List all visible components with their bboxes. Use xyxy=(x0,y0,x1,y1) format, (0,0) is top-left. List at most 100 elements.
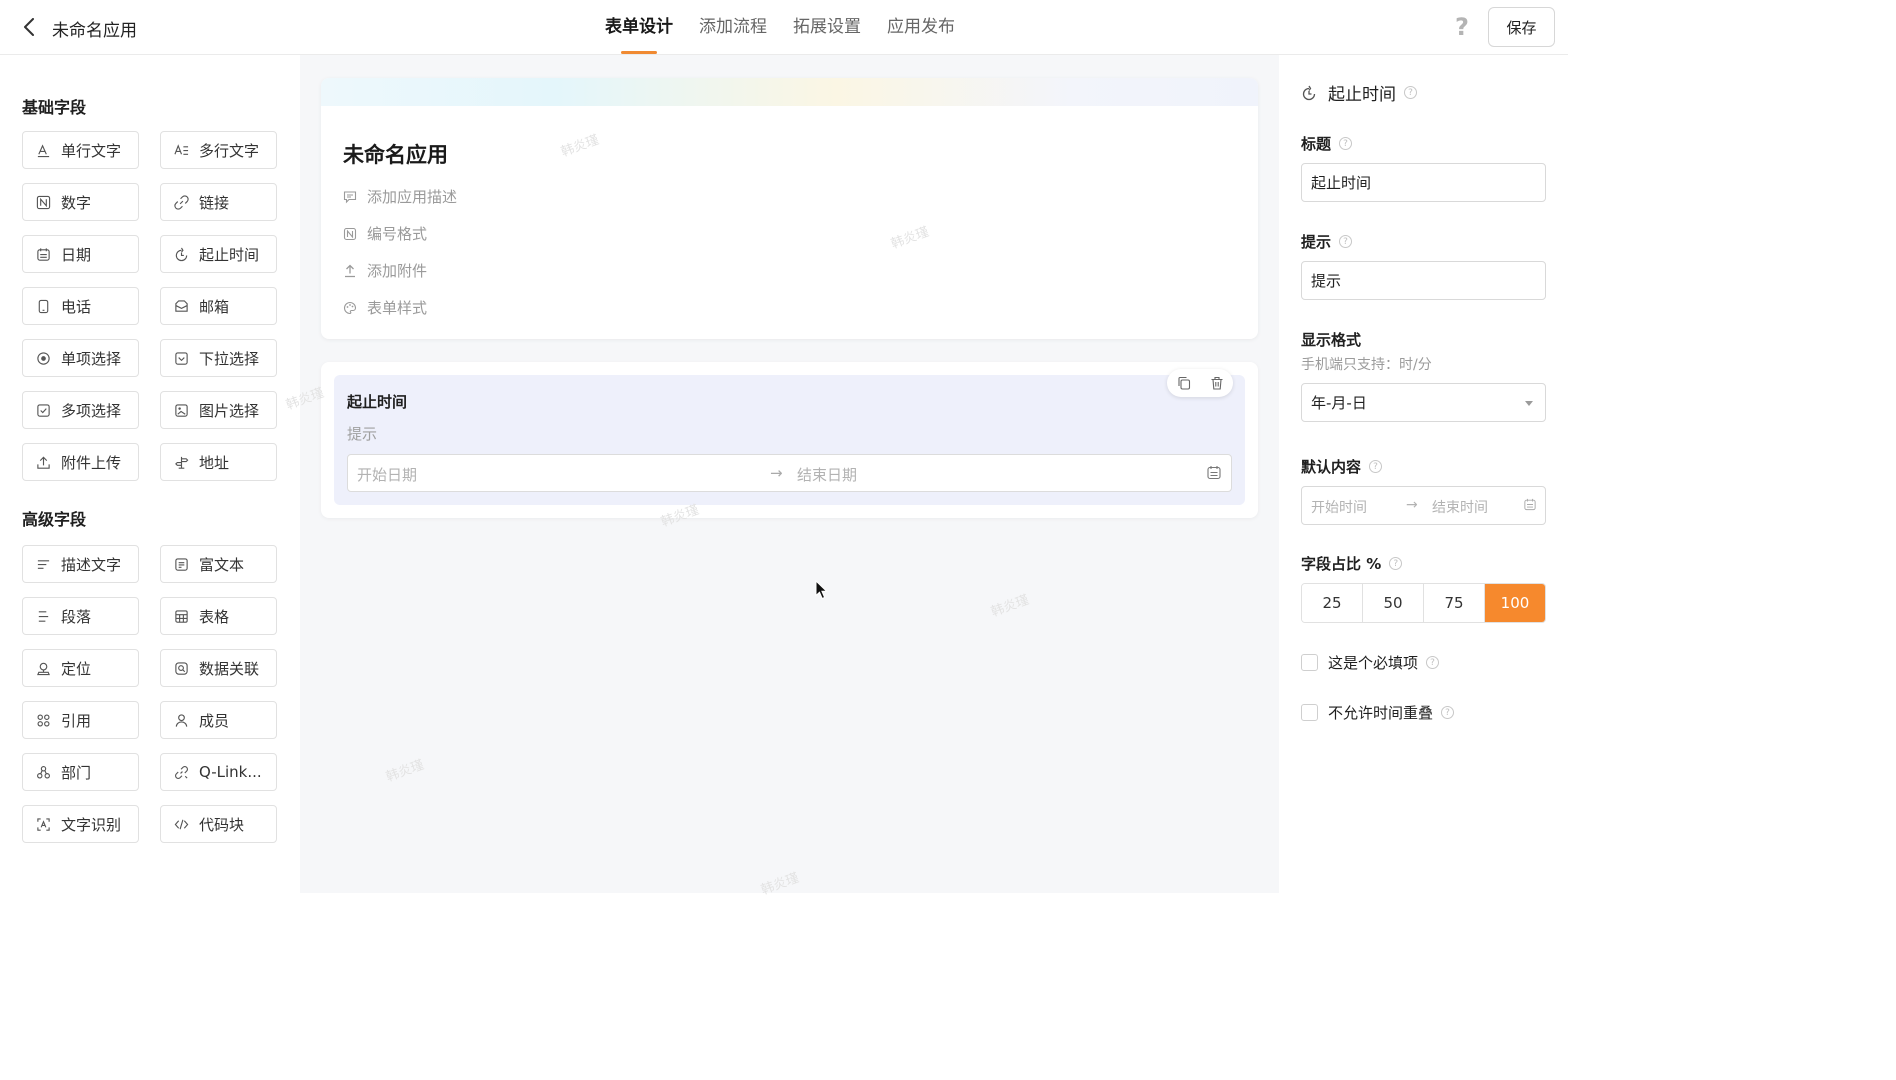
checkbox[interactable] xyxy=(1301,654,1318,671)
number-format-link[interactable]: 编号格式 xyxy=(343,223,427,244)
ratio-option-25[interactable]: 25 xyxy=(1302,584,1363,622)
calendar-icon xyxy=(1524,498,1536,515)
date-range-input[interactable]: 开始日期 → 结束日期 xyxy=(347,454,1232,492)
hint-input[interactable]: 提示 xyxy=(1301,261,1546,300)
field-data-link[interactable]: 数据关联 xyxy=(160,649,277,687)
image-icon xyxy=(173,402,189,418)
advanced-fields-grid: 描述文字 富文本 段落 表格 定位 数据关联 引用 成员 部门 Q-Link..… xyxy=(22,545,277,843)
form-header-card[interactable]: 未命名应用 添加应用描述 编号格式 添加附件 表单样式 xyxy=(321,78,1258,339)
default-range-arrow: → xyxy=(1406,497,1418,513)
add-description-link[interactable]: 添加应用描述 xyxy=(343,186,457,207)
field-description[interactable]: 描述文字 xyxy=(22,545,139,583)
checkbox[interactable] xyxy=(1301,704,1318,721)
code-icon xyxy=(173,816,189,832)
format-select-value: 年-月-日 xyxy=(1311,394,1367,412)
ratio-option-75[interactable]: 75 xyxy=(1424,584,1485,622)
format-label: 显示格式 xyxy=(1301,331,1362,349)
question-icon[interactable]: ? xyxy=(1339,235,1353,248)
no-overlap-checkbox[interactable]: 不允许时间重叠 ? xyxy=(1301,702,1455,723)
help-icon[interactable]: ? xyxy=(1451,13,1473,41)
hint-label: 提示 ? xyxy=(1301,231,1353,252)
field-palette: 基础字段 单行文字 多行文字 数字 链接 日期 起止时间 电话 邮箱 单项选择 … xyxy=(0,55,300,893)
field-number[interactable]: 数字 xyxy=(22,183,139,221)
form-title[interactable]: 未命名应用 xyxy=(343,139,448,169)
field-hint: 提示 xyxy=(347,425,378,443)
required-checkbox[interactable]: 这是个必填项 ? xyxy=(1301,652,1440,673)
description-icon xyxy=(35,556,51,572)
field-time-range[interactable]: 起止时间 xyxy=(160,235,277,273)
paragraph-icon xyxy=(35,608,51,624)
field-table[interactable]: 表格 xyxy=(160,597,277,635)
property-panel-header: 起止时间 ? xyxy=(1301,80,1417,105)
field-phone[interactable]: 电话 xyxy=(22,287,139,325)
range-arrow: → xyxy=(770,464,783,482)
form-style-link[interactable]: 表单样式 xyxy=(343,297,427,318)
field-label: 附件上传 xyxy=(61,453,122,472)
ratio-option-100[interactable]: 100 xyxy=(1485,584,1545,622)
field-single-line-text[interactable]: 单行文字 xyxy=(22,131,139,169)
field-address[interactable]: 地址 xyxy=(160,443,277,481)
member-icon xyxy=(173,712,189,728)
single-line-text-icon xyxy=(35,142,51,158)
number-format-icon xyxy=(343,227,357,240)
field-ocr[interactable]: 文字识别 xyxy=(22,805,139,843)
department-icon xyxy=(35,764,51,780)
question-icon[interactable]: ? xyxy=(1404,86,1417,99)
question-icon[interactable]: ? xyxy=(1441,706,1455,719)
default-time-range-input[interactable]: 开始时间 → 结束时间 xyxy=(1301,486,1546,525)
ratio-option-50[interactable]: 50 xyxy=(1363,584,1424,622)
field-member[interactable]: 成员 xyxy=(160,701,277,739)
field-q-link[interactable]: Q-Link... xyxy=(160,753,277,791)
back-button[interactable] xyxy=(18,14,40,40)
ratio-label: 字段占比 % ? xyxy=(1301,553,1403,574)
field-image-choice[interactable]: 图片选择 xyxy=(160,391,277,429)
field-label: 定位 xyxy=(61,659,92,678)
field-toolbar xyxy=(1167,369,1233,397)
location-icon xyxy=(35,660,51,676)
field-label: 链接 xyxy=(199,193,230,212)
reference-icon xyxy=(35,712,51,728)
number-icon xyxy=(35,194,51,210)
field-label: 引用 xyxy=(61,711,92,730)
field-rich-text[interactable]: 富文本 xyxy=(160,545,277,583)
tab-add-flow[interactable]: 添加流程 xyxy=(699,0,767,55)
format-select[interactable]: 年-月-日 xyxy=(1301,383,1546,422)
question-icon[interactable]: ? xyxy=(1369,460,1383,473)
field-attachment[interactable]: 附件上传 xyxy=(22,443,139,481)
field-date[interactable]: 日期 xyxy=(22,235,139,273)
field-single-choice[interactable]: 单项选择 xyxy=(22,339,139,377)
selected-field-time-range[interactable]: 起止时间 提示 开始日期 → 结束日期 xyxy=(334,369,1245,505)
field-department[interactable]: 部门 xyxy=(22,753,139,791)
field-title: 起止时间 xyxy=(347,393,408,411)
trash-icon[interactable] xyxy=(1207,373,1227,393)
tab-app-publish[interactable]: 应用发布 xyxy=(887,0,955,55)
save-button[interactable]: 保存 xyxy=(1488,7,1555,47)
question-icon[interactable]: ? xyxy=(1389,557,1403,570)
field-multi-line-text[interactable]: 多行文字 xyxy=(160,131,277,169)
dropdown-icon xyxy=(173,350,189,366)
field-multi-choice[interactable]: 多项选择 xyxy=(22,391,139,429)
question-icon[interactable]: ? xyxy=(1426,656,1440,669)
field-link[interactable]: 链接 xyxy=(160,183,277,221)
add-attachment-link[interactable]: 添加附件 xyxy=(343,260,427,281)
field-reference[interactable]: 引用 xyxy=(22,701,139,739)
field-code-block[interactable]: 代码块 xyxy=(160,805,277,843)
calendar-icon xyxy=(35,246,51,262)
format-sublabel: 手机端只支持：时/分 xyxy=(1301,357,1432,373)
field-paragraph[interactable]: 段落 xyxy=(22,597,139,635)
upload-icon xyxy=(35,454,51,470)
title-input[interactable]: 起止时间 xyxy=(1301,163,1546,202)
field-label: 多行文字 xyxy=(199,141,260,160)
main-tabs: 表单设计 添加流程 拓展设置 应用发布 xyxy=(605,0,955,55)
question-icon[interactable]: ? xyxy=(1339,137,1353,150)
field-dropdown[interactable]: 下拉选择 xyxy=(160,339,277,377)
field-label: 单行文字 xyxy=(61,141,122,160)
field-label: 代码块 xyxy=(199,815,245,834)
tab-extension-settings[interactable]: 拓展设置 xyxy=(793,0,861,55)
field-mail[interactable]: 邮箱 xyxy=(160,287,277,325)
field-location[interactable]: 定位 xyxy=(22,649,139,687)
mouse-cursor-icon xyxy=(815,580,828,600)
field-label: 文字识别 xyxy=(61,815,122,834)
copy-icon[interactable] xyxy=(1174,373,1194,393)
tab-form-design[interactable]: 表单设计 xyxy=(605,0,673,55)
